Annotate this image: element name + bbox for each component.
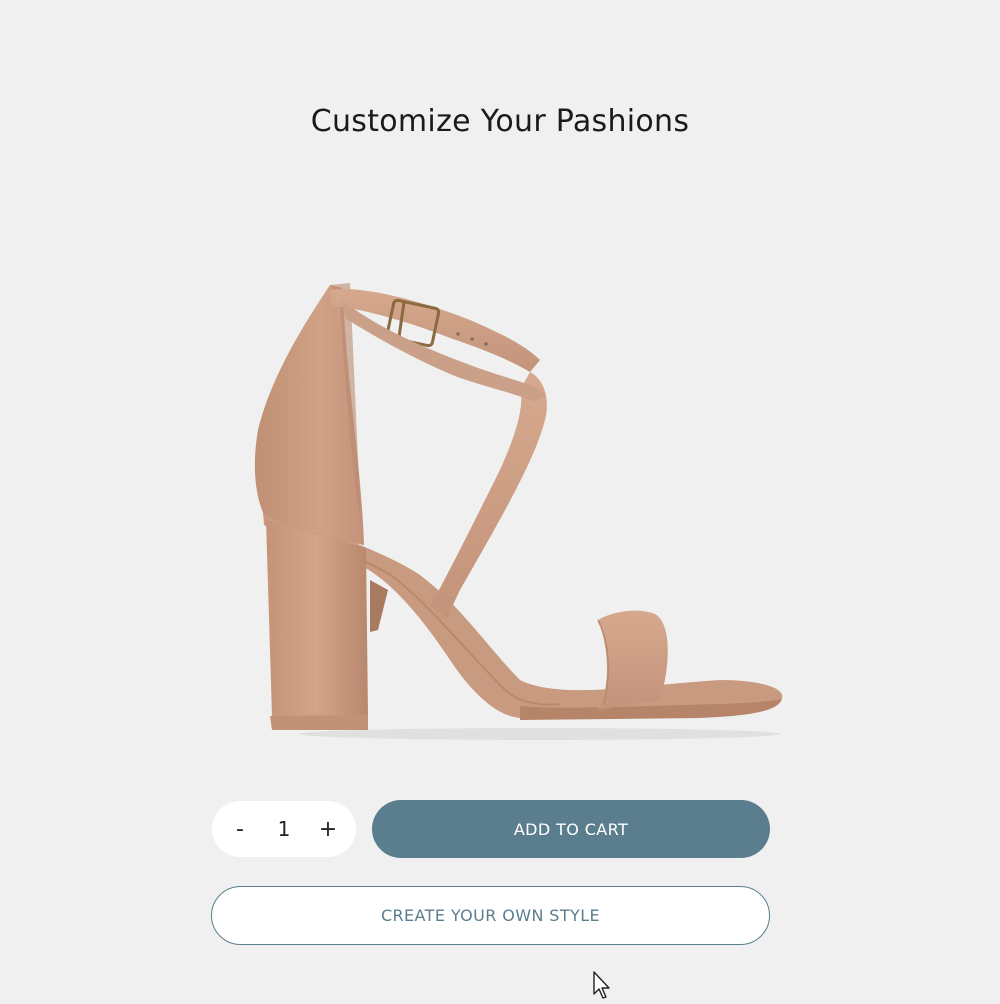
mouse-cursor-icon bbox=[592, 970, 612, 1000]
increment-button[interactable]: + bbox=[310, 811, 346, 847]
page-title: Customize Your Pashions bbox=[310, 104, 690, 139]
add-to-cart-button[interactable]: ADD TO CART bbox=[372, 800, 770, 858]
quantity-value[interactable]: 1 bbox=[264, 817, 304, 841]
quantity-stepper: - 1 + bbox=[212, 801, 356, 857]
create-your-own-style-button[interactable]: CREATE YOUR OWN STYLE bbox=[211, 886, 770, 945]
decrement-button[interactable]: - bbox=[222, 811, 258, 847]
product-image bbox=[240, 270, 800, 750]
